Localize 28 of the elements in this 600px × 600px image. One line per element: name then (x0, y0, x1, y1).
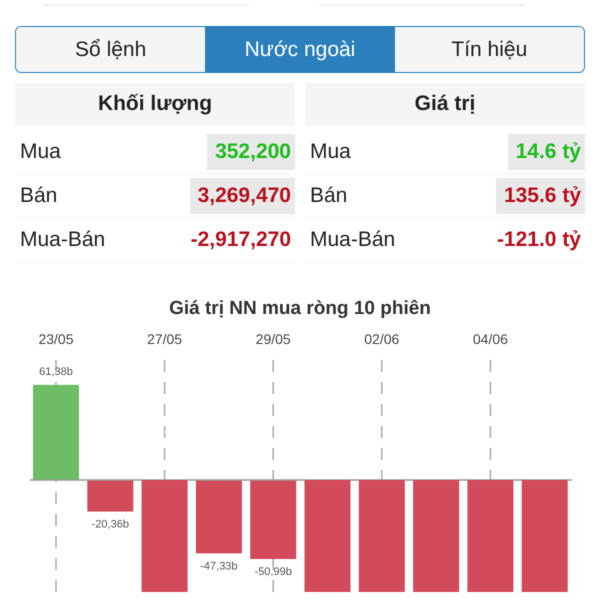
value-label: 61,38b (39, 366, 73, 378)
chart-title: Giá trị NN mua ròng 10 phiên (168, 298, 432, 320)
date-label: 02/06 (364, 331, 400, 347)
value-cell: 3,269,470 (190, 178, 295, 214)
value-cell-text: -121.0 tỷ (496, 226, 582, 252)
tab[interactable]: Tín hiệu (394, 27, 584, 72)
value-label: -47,33b (200, 560, 238, 572)
row-label: Mua-Bán (309, 228, 396, 252)
row-label: Mua (309, 140, 351, 164)
value-cell-text: -2,917,270 (190, 226, 292, 252)
value-label: -20,36b (92, 518, 129, 531)
tab[interactable]: Nước ngoài (205, 27, 395, 72)
row-label: Bán (309, 184, 348, 208)
tab[interactable]: Sổ lệnh (16, 27, 206, 72)
bar (87, 480, 134, 512)
value-cell: 14.6 tỷ (508, 134, 585, 170)
value-cell: 135.6 tỷ (496, 178, 585, 214)
row-label: Bán (19, 184, 58, 208)
row-label: Mua (19, 140, 61, 164)
date-label: 29/05 (256, 331, 291, 347)
column-header: Khối lượng (15, 83, 295, 126)
value-label: -50,99b (254, 566, 292, 578)
column-header: Giá trị (305, 83, 585, 126)
value-cell: 352,200 (207, 134, 295, 170)
date-label: 23/05 (38, 331, 74, 347)
row-label: Mua-Bán (19, 228, 106, 252)
date-label: 04/06 (472, 331, 508, 347)
date-label: 27/05 (147, 331, 182, 347)
